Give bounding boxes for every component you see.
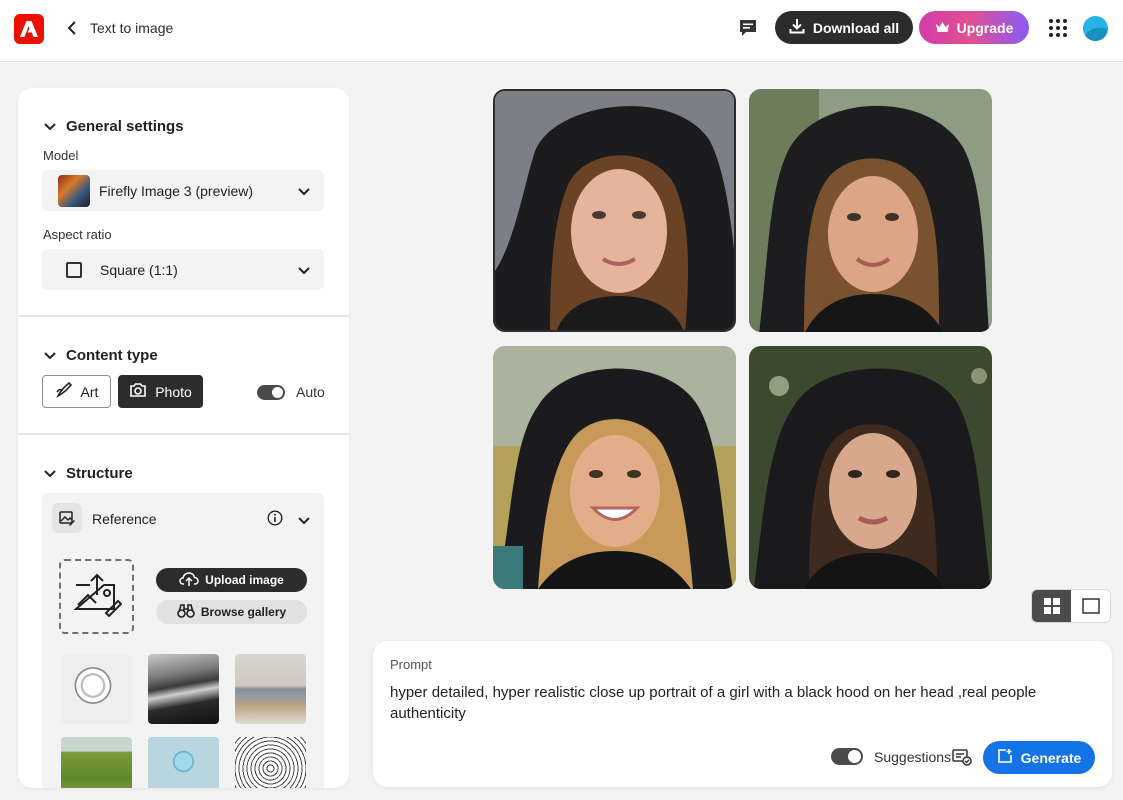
generated-image[interactable]	[493, 346, 736, 589]
reference-thumbnail[interactable]	[61, 737, 132, 788]
divider	[18, 315, 349, 317]
download-all-label: Download all	[812, 19, 900, 36]
browse-gallery-button[interactable]: Browse gallery	[156, 600, 307, 624]
generate-icon	[997, 748, 1013, 767]
divider	[18, 433, 349, 435]
suggestions-toggle-group: Suggestions	[831, 748, 951, 765]
settings-panel: General settings Model Firefly Image 3 (…	[18, 88, 349, 788]
general-settings-title: General settings	[66, 118, 184, 135]
grid-view-icon[interactable]	[1032, 590, 1071, 622]
auto-toggle[interactable]	[257, 384, 285, 400]
structure-title: Structure	[66, 465, 133, 482]
upload-image-button[interactable]: Upload image	[156, 568, 307, 592]
aspect-ratio-value: Square (1:1)	[100, 261, 178, 278]
download-icon	[789, 18, 805, 37]
generated-image[interactable]	[749, 89, 992, 332]
adobe-logo-icon[interactable]	[14, 14, 44, 44]
browse-gallery-label: Browse gallery	[200, 605, 287, 619]
download-all-button[interactable]: Download all	[775, 11, 913, 44]
feedback-icon[interactable]	[737, 17, 759, 39]
auto-toggle-group: Auto	[257, 384, 325, 400]
square-icon	[66, 261, 82, 278]
page-title: Text to image	[90, 20, 174, 36]
model-label: Model	[43, 148, 79, 163]
top-bar: Text to image Download all Upgrade	[0, 0, 1123, 62]
prompt-panel: Prompt hyper detailed, hyper realistic c…	[373, 641, 1112, 787]
aspect-ratio-label: Aspect ratio	[43, 227, 112, 242]
chevron-left-icon[interactable]	[62, 18, 82, 38]
cloud-upload-icon	[179, 571, 199, 590]
upgrade-button[interactable]: Upgrade	[919, 11, 1029, 44]
reference-thumbnail[interactable]	[235, 654, 306, 724]
general-settings-header[interactable]: General settings	[44, 118, 184, 135]
prompt-label: Prompt	[390, 657, 432, 672]
reference-thumbnail[interactable]	[61, 654, 132, 724]
reference-thumbnail[interactable]	[235, 737, 306, 788]
generated-image[interactable]	[749, 346, 992, 589]
chevron-down-icon	[44, 118, 56, 135]
upload-image-label: Upload image	[205, 573, 284, 587]
chevron-down-icon	[44, 347, 56, 364]
auto-label: Auto	[296, 384, 325, 400]
reference-label: Reference	[92, 511, 157, 527]
art-button[interactable]: Art	[42, 375, 111, 408]
image-dropzone[interactable]	[59, 559, 134, 634]
generated-image[interactable]	[493, 89, 736, 332]
camera-icon	[129, 382, 147, 401]
suggestions-settings-icon[interactable]	[952, 748, 972, 771]
art-label: Art	[80, 383, 99, 400]
binoculars-icon	[177, 603, 195, 622]
avatar-icon[interactable]	[1083, 16, 1108, 41]
structure-reference-panel: Reference Upload image Browse gallery	[42, 493, 324, 788]
crown-icon	[935, 20, 950, 36]
photo-label: Photo	[155, 383, 192, 400]
apps-grid-icon[interactable]	[1048, 18, 1068, 38]
prompt-input[interactable]: hyper detailed, hyper realistic close up…	[390, 682, 1080, 724]
generate-label: Generate	[1020, 749, 1082, 766]
info-icon[interactable]	[267, 510, 283, 531]
aspect-ratio-picker[interactable]: Square (1:1)	[42, 249, 324, 290]
model-thumbnail	[58, 174, 90, 207]
model-value: Firefly Image 3 (preview)	[99, 182, 254, 199]
model-picker[interactable]: Firefly Image 3 (preview)	[42, 170, 324, 211]
suggestions-toggle[interactable]	[831, 748, 863, 765]
view-mode-toggle	[1031, 589, 1111, 623]
reference-thumbnail[interactable]	[148, 654, 219, 724]
brush-icon	[55, 381, 73, 402]
photo-button[interactable]: Photo	[118, 375, 203, 408]
image-upload-icon	[72, 571, 122, 622]
single-view-icon[interactable]	[1071, 590, 1110, 622]
content-type-title: Content type	[66, 347, 158, 364]
chevron-down-icon[interactable]	[298, 512, 310, 530]
chevron-down-icon	[298, 262, 310, 280]
chevron-down-icon	[44, 465, 56, 482]
structure-header[interactable]: Structure	[44, 465, 133, 482]
upgrade-label: Upgrade	[956, 19, 1014, 36]
chevron-down-icon	[298, 183, 310, 201]
content-type-header[interactable]: Content type	[44, 347, 158, 364]
generate-button[interactable]: Generate	[983, 741, 1095, 774]
suggestions-label: Suggestions	[874, 748, 952, 765]
reference-image-icon	[52, 503, 82, 533]
reference-thumbnail[interactable]	[148, 737, 219, 788]
